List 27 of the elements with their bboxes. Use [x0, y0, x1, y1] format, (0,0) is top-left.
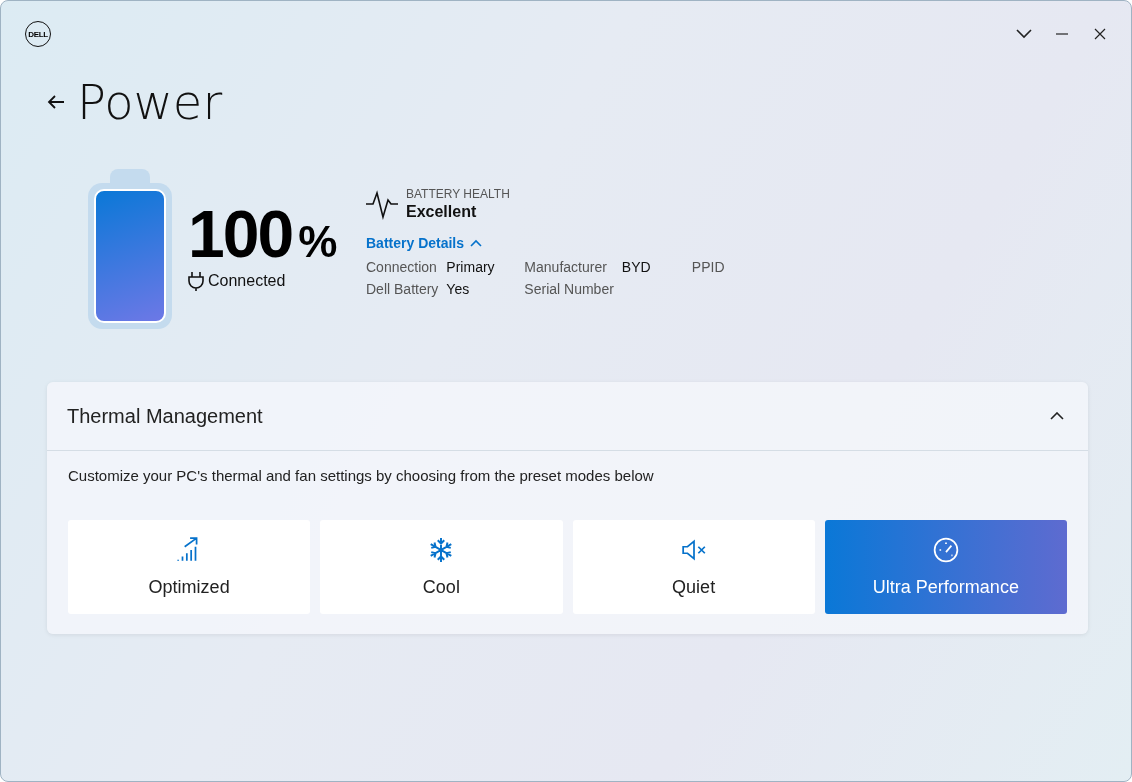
- battery-percent: 100: [188, 199, 293, 269]
- close-icon: [1094, 28, 1106, 40]
- back-button[interactable]: [47, 94, 65, 110]
- battery-details-link[interactable]: Battery Details: [366, 235, 483, 251]
- chevron-down-icon: [1016, 29, 1032, 39]
- detail-value: BYD: [621, 259, 652, 275]
- detail-label: Serial Number: [524, 281, 614, 297]
- back-arrow-icon: [47, 94, 65, 110]
- health-label: BATTERY HEALTH: [406, 187, 510, 201]
- detail-value: Yes: [446, 281, 471, 297]
- detail-label: Connection: [366, 259, 438, 275]
- percent-sign: %: [298, 217, 338, 267]
- detail-value: Primary: [446, 259, 496, 275]
- detail-label: PPID: [691, 259, 725, 275]
- mode-button[interactable]: Cool: [320, 520, 563, 614]
- section-title: Thermal Management: [67, 404, 263, 428]
- mode-button[interactable]: Ultra Performance: [824, 520, 1067, 614]
- mode-button[interactable]: Quiet: [572, 520, 815, 614]
- detail-label: Manufacturer: [524, 259, 608, 275]
- mode-button[interactable]: Optimized: [68, 520, 311, 614]
- page-title: Power: [77, 74, 223, 130]
- health-value: Excellent: [406, 203, 478, 221]
- plug-icon: [188, 271, 204, 291]
- minimize-icon: [1056, 33, 1068, 35]
- section-description: Customize your PC's thermal and fan settings by choosing from the preset modes below: [68, 467, 655, 484]
- detail-label: Dell Battery: [366, 281, 439, 297]
- charging-status: Connected: [208, 272, 286, 290]
